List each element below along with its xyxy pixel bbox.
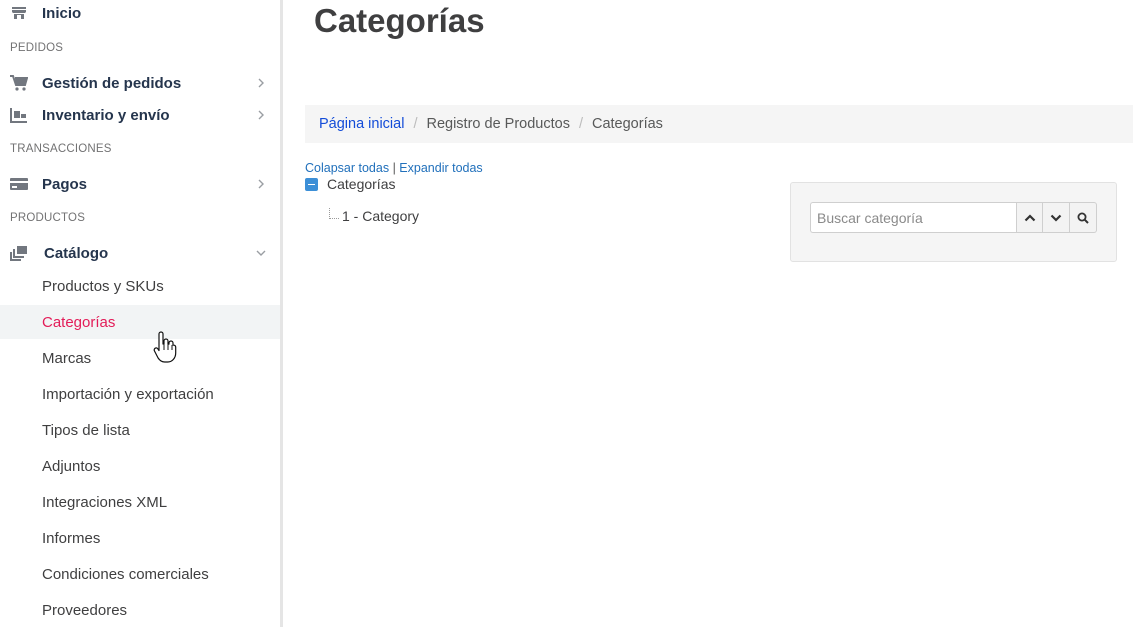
section-title-transactions: TRANSACCIONES xyxy=(10,143,112,155)
sidebar-item-label: Catálogo xyxy=(44,244,109,262)
sidebar-subitem-label: Categorías xyxy=(42,313,116,331)
sidebar-item-home[interactable]: Inicio xyxy=(0,0,280,28)
sidebar-item-orders[interactable]: Gestión de pedidos xyxy=(0,68,280,98)
sidebar-subitem-label: Integraciones XML xyxy=(42,493,168,511)
breadcrumb-separator: / xyxy=(413,116,418,132)
sidebar-subitem-attachments[interactable]: Adjuntos xyxy=(0,449,280,483)
sidebar-subitem-products-skus[interactable]: Productos y SKUs xyxy=(0,269,280,303)
tree-node[interactable]: 1 - Category xyxy=(342,208,419,224)
page-title: Categorías xyxy=(314,2,485,39)
sidebar-subitem-label: Tipos de lista xyxy=(42,421,130,439)
sidebar-subitem-label: Importación y exportación xyxy=(42,385,214,403)
breadcrumb: Página inicial / Registro de Productos /… xyxy=(305,105,1133,143)
sidebar-subitem-commercial-conditions[interactable]: Condiciones comerciales xyxy=(0,557,280,591)
sidebar-item-label: Pagos xyxy=(42,175,88,193)
cart-icon xyxy=(10,75,28,91)
breadcrumb-separator: / xyxy=(578,116,583,132)
collapse-toggle-icon[interactable] xyxy=(305,177,318,191)
sidebar-item-label: Inventario y envío xyxy=(42,106,170,124)
catalog-icon xyxy=(10,245,28,261)
chevron-down-icon xyxy=(256,250,266,256)
expand-all-link[interactable]: Expandir todas xyxy=(399,161,482,175)
breadcrumb-home-link[interactable]: Página inicial xyxy=(319,116,404,132)
sidebar-subitem-xml-integrations[interactable]: Integraciones XML xyxy=(0,485,280,519)
section-title-orders: PEDIDOS xyxy=(10,42,64,54)
chevron-right-icon xyxy=(258,110,264,120)
tree-root-node: Categorías xyxy=(305,175,395,193)
tree-connector xyxy=(329,208,339,219)
sidebar-subitem-reports[interactable]: Informes xyxy=(0,521,280,555)
search-group xyxy=(810,202,1098,233)
category-search-input[interactable] xyxy=(810,202,1016,233)
sidebar-subitem-list-types[interactable]: Tipos de lista xyxy=(0,413,280,447)
section-title-products: PRODUCTOS xyxy=(10,212,86,224)
search-icon xyxy=(1077,212,1089,224)
sidebar-item-payments[interactable]: Pagos xyxy=(0,169,280,199)
warehouse-icon xyxy=(10,107,28,123)
search-prev-button[interactable] xyxy=(1016,202,1043,233)
sidebar-subitem-import-export[interactable]: Importación y exportación xyxy=(0,377,280,411)
sidebar-subitem-label: Adjuntos xyxy=(42,457,101,475)
sidebar: Inicio PEDIDOS Gestión de pedidos Invent… xyxy=(0,0,280,627)
credit-card-icon xyxy=(10,176,28,192)
sidebar-item-inventory[interactable]: Inventario y envío xyxy=(0,100,280,130)
search-next-button[interactable] xyxy=(1043,202,1070,233)
sidebar-subitem-label: Condiciones comerciales xyxy=(42,565,209,583)
sidebar-subitem-label: Marcas xyxy=(42,349,92,367)
search-button[interactable] xyxy=(1070,202,1097,233)
tree-root-label[interactable]: Categorías xyxy=(327,176,395,192)
sidebar-subitem-label: Productos y SKUs xyxy=(42,277,164,295)
sidebar-subitem-suppliers[interactable]: Proveedores xyxy=(0,593,280,627)
tree-actions: Colapsar todas | Expandir todas xyxy=(305,161,483,175)
breadcrumb-current: Categorías xyxy=(591,116,663,132)
store-icon xyxy=(10,5,28,21)
chevron-down-icon xyxy=(1050,214,1062,222)
sidebar-item-label: Inicio xyxy=(42,4,82,22)
chevron-right-icon xyxy=(258,78,264,88)
tree-actions-divider: | xyxy=(392,161,396,175)
sidebar-item-label: Gestión de pedidos xyxy=(42,74,182,92)
sidebar-subitem-categories[interactable]: Categorías xyxy=(0,305,280,339)
sidebar-subitem-label: Proveedores xyxy=(42,601,128,619)
collapse-all-link[interactable]: Colapsar todas xyxy=(305,161,389,175)
sidebar-divider xyxy=(280,0,283,627)
breadcrumb-product-registry: Registro de Productos xyxy=(426,116,570,132)
sidebar-subitem-brands[interactable]: Marcas xyxy=(0,341,280,375)
chevron-right-icon xyxy=(258,179,264,189)
sidebar-item-catalog[interactable]: Catálogo xyxy=(0,238,280,268)
sidebar-subitem-label: Informes xyxy=(42,529,101,547)
chevron-up-icon xyxy=(1024,213,1035,221)
category-search-panel xyxy=(790,182,1117,262)
